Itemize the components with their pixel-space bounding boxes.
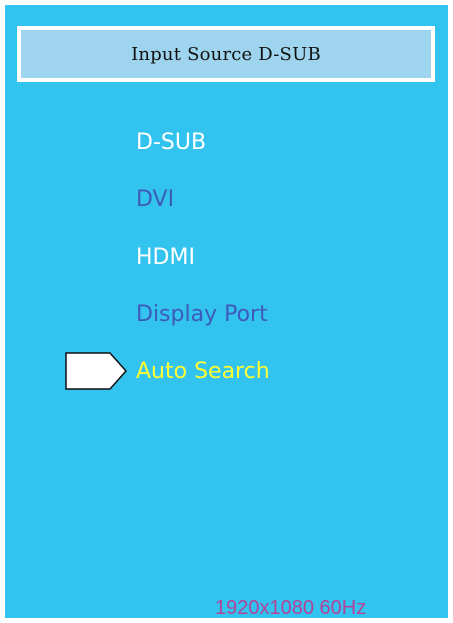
osd-panel: Input Source D-SUB D-SUB DVI HDMI Displa… — [5, 5, 448, 619]
pointer-arrow-icon — [65, 352, 128, 390]
menu-item-dvi[interactable]: DVI — [136, 186, 174, 214]
menu-item-d-sub[interactable]: D-SUB — [136, 129, 206, 157]
menu-item-display-port[interactable]: Display Port — [136, 301, 268, 329]
resolution-readout: 1920x1080 60Hz — [215, 597, 367, 619]
page-title: Input Source D-SUB — [131, 43, 321, 65]
title-bar: Input Source D-SUB — [17, 26, 435, 82]
menu-item-hdmi[interactable]: HDMI — [136, 244, 195, 272]
menu-item-auto-search[interactable]: Auto Search — [136, 358, 270, 386]
